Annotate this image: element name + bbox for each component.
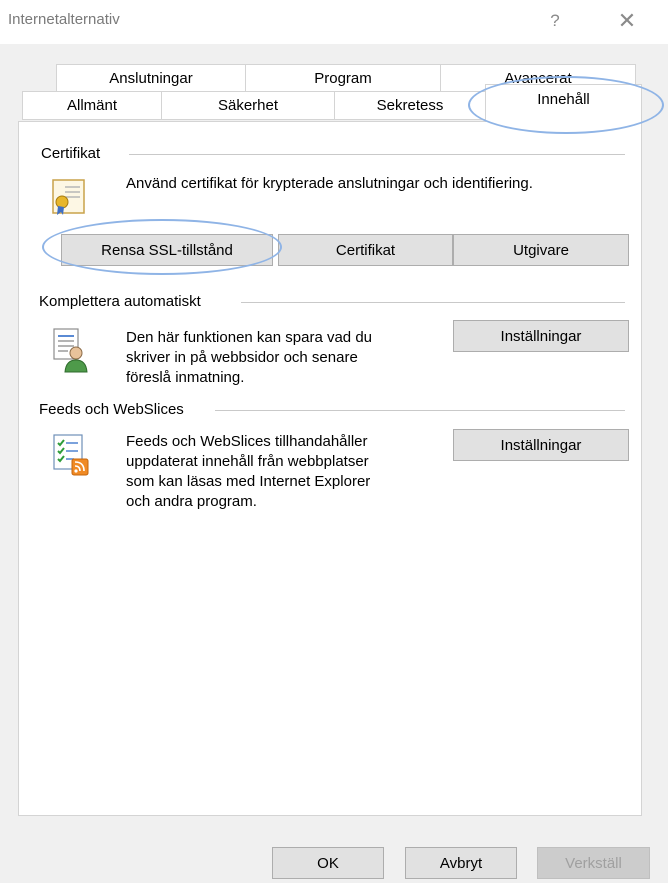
group-label-feeds: Feeds och WebSlices bbox=[39, 401, 190, 418]
publishers-button[interactable]: Utgivare bbox=[453, 234, 629, 266]
tab-sekretess[interactable]: Sekretess bbox=[334, 91, 486, 120]
content-tab-panel: Certifikat Använd certifikat för krypter… bbox=[18, 121, 642, 816]
tab-allmant[interactable]: Allmänt bbox=[22, 91, 162, 120]
clear-ssl-state-button[interactable]: Rensa SSL-tillstånd bbox=[61, 234, 273, 266]
feeds-description-line: och andra program. bbox=[126, 493, 257, 510]
tab-anslutningar[interactable]: Anslutningar bbox=[56, 64, 246, 92]
autocomplete-description-line: föreslå inmatning. bbox=[126, 369, 245, 386]
group-divider bbox=[215, 410, 625, 411]
autocomplete-description-line: Den här funktionen kan spara vad du bbox=[126, 329, 372, 346]
feeds-description-line: Feeds och WebSlices tillhandahåller bbox=[126, 433, 368, 450]
ok-button[interactable]: OK bbox=[272, 847, 384, 879]
tab-program[interactable]: Program bbox=[245, 64, 441, 92]
group-divider bbox=[241, 302, 625, 303]
group-divider bbox=[129, 154, 625, 155]
feeds-description-line: som kan läsas med Internet Explorer bbox=[126, 473, 371, 490]
feeds-description-line: uppdaterat innehåll från webbplatser bbox=[126, 453, 369, 470]
certificate-icon bbox=[52, 179, 85, 215]
autocomplete-description-line: skriver in på webbsidor och senare bbox=[126, 349, 358, 366]
window-title: Internetalternativ bbox=[8, 11, 120, 28]
cancel-button[interactable]: Avbryt bbox=[405, 847, 517, 879]
title-bar: Internetalternativ ? ✕ bbox=[0, 0, 668, 44]
apply-button[interactable]: Verkställ bbox=[537, 847, 650, 879]
help-button[interactable]: ? bbox=[535, 4, 575, 38]
tab-sakerhet[interactable]: Säkerhet bbox=[161, 91, 335, 120]
autocomplete-user-icon bbox=[53, 328, 88, 373]
group-label-autocomplete: Komplettera automatiskt bbox=[39, 293, 207, 310]
autocomplete-settings-button[interactable]: Inställningar bbox=[453, 320, 629, 352]
close-button[interactable]: ✕ bbox=[607, 4, 647, 38]
certificates-button[interactable]: Certifikat bbox=[278, 234, 453, 266]
feeds-settings-button[interactable]: Inställningar bbox=[453, 429, 629, 461]
certificates-description: Använd certifikat för krypterade anslutn… bbox=[126, 175, 533, 192]
tab-innehall[interactable]: Innehåll bbox=[485, 84, 642, 122]
feed-checklist-icon bbox=[53, 434, 89, 476]
group-label-certificates: Certifikat bbox=[41, 145, 107, 162]
